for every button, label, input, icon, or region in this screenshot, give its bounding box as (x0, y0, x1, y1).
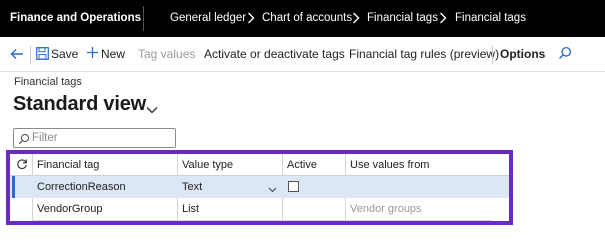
page-caption: Financial tags (14, 76, 82, 88)
active-checkbox[interactable] (288, 181, 299, 192)
breadcrumb-financial-tags-current[interactable]: Financial tags (455, 12, 526, 24)
column-header-active[interactable]: Active (287, 159, 317, 171)
table-row[interactable]: VendorGroup List Vendor groups (10, 198, 509, 220)
chevron-right-icon (247, 12, 255, 24)
options-button[interactable]: Options (500, 47, 545, 61)
navbar-divider (143, 6, 144, 31)
view-selector[interactable]: Standard view (13, 93, 146, 116)
activate-deactivate-tags-button[interactable]: Activate or deactivate tags (204, 47, 345, 61)
search-icon[interactable] (558, 46, 572, 63)
app-title[interactable]: Finance and Operations (10, 12, 141, 24)
divider (30, 46, 31, 64)
top-navbar: Finance and Operations General ledger Ch… (0, 0, 605, 37)
column-header-value-type[interactable]: Value type (182, 159, 233, 171)
refresh-icon[interactable] (16, 158, 28, 173)
cell-value-type[interactable]: List (182, 203, 199, 215)
financial-tag-rules-button[interactable]: Financial tag rules (preview) (349, 47, 499, 61)
column-header-financial-tag[interactable]: Financial tag (37, 159, 99, 171)
save-button[interactable]: Save (51, 47, 78, 61)
column-header-use-values-from[interactable]: Use values from (350, 159, 429, 171)
divider (492, 46, 493, 64)
filter-input[interactable] (32, 130, 170, 145)
chevron-down-icon[interactable] (268, 184, 277, 196)
save-icon (36, 47, 49, 63)
cell-use-values-from[interactable]: Vendor groups (350, 203, 422, 215)
back-arrow-icon[interactable] (10, 47, 24, 64)
financial-tags-grid: Financial tag Value type Active Use valu… (10, 154, 509, 221)
row-divider (32, 220, 492, 221)
search-icon (18, 132, 30, 150)
cell-financial-tag[interactable]: VendorGroup (37, 203, 102, 215)
tag-values-button[interactable]: Tag values (138, 47, 195, 61)
selected-row-marker (12, 176, 15, 198)
table-row[interactable]: CorrectionReason Text (10, 176, 509, 198)
filter-field[interactable] (13, 128, 176, 148)
breadcrumb-financial-tags[interactable]: Financial tags (367, 12, 438, 24)
breadcrumb-general-ledger[interactable]: General ledger (170, 12, 246, 24)
breadcrumb-chart-of-accounts[interactable]: Chart of accounts (262, 12, 352, 24)
action-pane: Save New Tag values Activate or deactiva… (0, 37, 605, 72)
chevron-right-icon (439, 12, 447, 24)
new-button[interactable]: New (101, 47, 125, 61)
plus-icon (86, 46, 99, 62)
chevron-down-icon[interactable] (146, 101, 158, 119)
chevron-right-icon (352, 12, 360, 24)
cell-value-type[interactable]: Text (182, 181, 202, 193)
grid-header: Financial tag Value type Active Use valu… (10, 154, 509, 176)
cell-financial-tag[interactable]: CorrectionReason (37, 181, 126, 193)
